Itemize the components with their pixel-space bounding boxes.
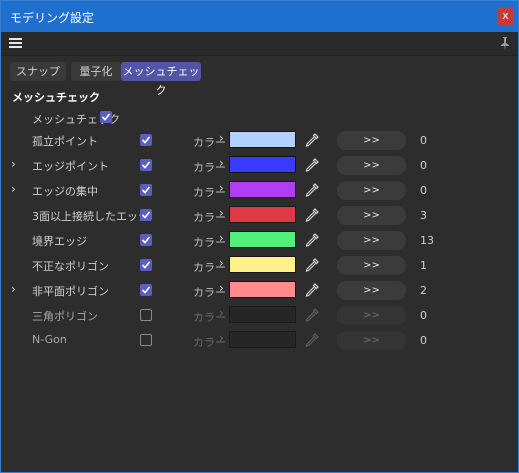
select-elements-button[interactable]: >>: [337, 231, 406, 250]
section-title: メッシュチェック: [12, 91, 100, 104]
eyedropper-icon[interactable]: [304, 307, 320, 323]
check-row-checkbox[interactable]: [140, 134, 152, 146]
check-row-label: 孤立ポイント: [32, 135, 98, 148]
mesh-check-checkbox[interactable]: [100, 111, 112, 123]
color-expand-chevron-icon[interactable]: ›: [219, 281, 224, 295]
eyedropper-icon[interactable]: [304, 257, 320, 273]
color-swatch[interactable]: [229, 181, 296, 198]
color-expand-chevron-icon[interactable]: ›: [219, 306, 224, 320]
check-row: 境界エッジ カラー › >> 13: [1, 229, 518, 251]
check-row-checkbox[interactable]: [140, 334, 152, 346]
issue-count: 0: [420, 184, 427, 197]
color-expand-chevron-icon[interactable]: ›: [219, 331, 224, 345]
check-row: 孤立ポイント カラー › >> 0: [1, 129, 518, 151]
check-row-checkbox[interactable]: [140, 234, 152, 246]
check-row-label: N-Gon: [32, 333, 67, 346]
select-elements-button[interactable]: >>: [337, 281, 406, 300]
eyedropper-icon[interactable]: [304, 332, 320, 348]
check-row: 三角ポリゴン カラー › >> 0: [1, 304, 518, 326]
color-swatch[interactable]: [229, 231, 296, 248]
tab-snap[interactable]: スナップ: [10, 62, 66, 81]
color-swatch[interactable]: [229, 331, 296, 348]
eyedropper-icon[interactable]: [304, 232, 320, 248]
check-row-checkbox[interactable]: [140, 259, 152, 271]
check-row-checkbox[interactable]: [140, 309, 152, 321]
eyedropper-icon[interactable]: [304, 282, 320, 298]
issue-count: 3: [420, 209, 427, 222]
check-row: › 非平面ポリゴン カラー › >> 2: [1, 279, 518, 301]
hamburger-icon[interactable]: [9, 38, 22, 49]
check-row-label: 3面以上接続したエッジ: [32, 210, 149, 223]
check-row-label: エッジの集中: [32, 185, 98, 198]
check-row: › エッジポイント カラー › >> 0: [1, 154, 518, 176]
color-expand-chevron-icon[interactable]: ›: [219, 181, 224, 195]
check-row-label: 三角ポリゴン: [32, 310, 98, 323]
issue-count: 0: [420, 134, 427, 147]
check-row-label: 境界エッジ: [32, 235, 87, 248]
color-swatch[interactable]: [229, 206, 296, 223]
color-swatch[interactable]: [229, 256, 296, 273]
color-expand-chevron-icon[interactable]: ›: [219, 231, 224, 245]
check-row-checkbox[interactable]: [140, 184, 152, 196]
issue-count: 1: [420, 259, 427, 272]
check-row: 3面以上接続したエッジ カラー › >> 3: [1, 204, 518, 226]
check-row-checkbox[interactable]: [140, 209, 152, 221]
select-elements-button[interactable]: >>: [337, 156, 406, 175]
check-row-checkbox[interactable]: [140, 284, 152, 296]
select-elements-button[interactable]: >>: [337, 331, 406, 350]
color-swatch[interactable]: [229, 281, 296, 298]
tab-mesh-check[interactable]: メッシュチェック: [121, 62, 201, 97]
eyedropper-icon[interactable]: [304, 157, 320, 173]
issue-count: 0: [420, 159, 427, 172]
check-row-label: 非平面ポリゴン: [32, 285, 109, 298]
tab-quantize[interactable]: 量子化: [71, 62, 121, 81]
issue-count: 2: [420, 284, 427, 297]
expand-chevron-icon[interactable]: ›: [11, 282, 16, 296]
color-expand-chevron-icon[interactable]: ›: [219, 256, 224, 270]
check-row-checkbox[interactable]: [140, 159, 152, 171]
close-button[interactable]: x: [497, 8, 514, 25]
check-row-label: 不正なポリゴン: [32, 260, 109, 273]
color-swatch[interactable]: [229, 131, 296, 148]
check-row: 不正なポリゴン カラー › >> 1: [1, 254, 518, 276]
select-elements-button[interactable]: >>: [337, 206, 406, 225]
expand-chevron-icon[interactable]: ›: [11, 157, 16, 171]
select-elements-button[interactable]: >>: [337, 306, 406, 325]
check-row: N-Gon カラー › >> 0: [1, 329, 518, 351]
expand-chevron-icon[interactable]: ›: [11, 182, 16, 196]
color-swatch[interactable]: [229, 306, 296, 323]
color-swatch[interactable]: [229, 156, 296, 173]
toolbar: [1, 32, 518, 56]
issue-count: 0: [420, 309, 427, 322]
modeling-settings-window: モデリング設定 x スナップ 量子化 メッシュチェック メッシュチェック メッシ…: [0, 0, 519, 473]
pin-icon[interactable]: [498, 36, 512, 52]
select-elements-button[interactable]: >>: [337, 131, 406, 150]
eyedropper-icon[interactable]: [304, 207, 320, 223]
eyedropper-icon[interactable]: [304, 182, 320, 198]
select-elements-button[interactable]: >>: [337, 256, 406, 275]
color-expand-chevron-icon[interactable]: ›: [219, 206, 224, 220]
title-bar[interactable]: モデリング設定 x: [1, 1, 518, 32]
issue-count: 0: [420, 334, 427, 347]
eyedropper-icon[interactable]: [304, 132, 320, 148]
color-expand-chevron-icon[interactable]: ›: [219, 156, 224, 170]
issue-count: 13: [420, 234, 434, 247]
check-row: › エッジの集中 カラー › >> 0: [1, 179, 518, 201]
color-expand-chevron-icon[interactable]: ›: [219, 131, 224, 145]
select-elements-button[interactable]: >>: [337, 181, 406, 200]
window-title: モデリング設定: [10, 11, 95, 25]
check-row-label: エッジポイント: [32, 160, 109, 173]
